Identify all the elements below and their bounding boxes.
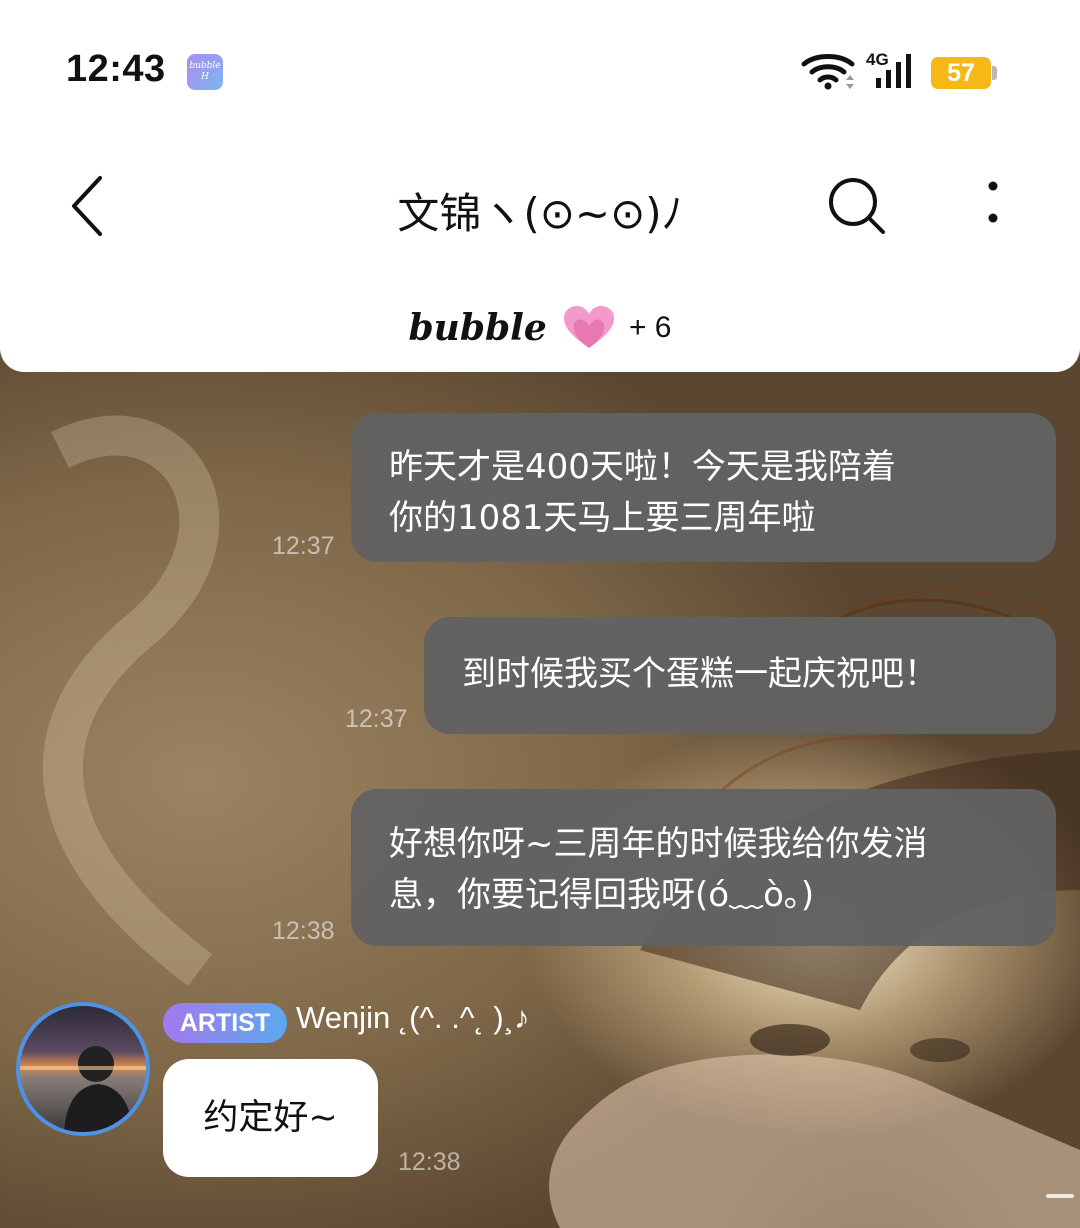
message-text-line: 你的1081天马上要三周年啦 [389, 498, 816, 538]
message-time: 12:37 [272, 532, 335, 560]
app-badge-text: bubble [189, 61, 221, 71]
message-text-line: 息，你要记得回我呀(ó﹏ò｡) [389, 875, 815, 915]
signal-icon: 4G [862, 50, 918, 90]
message-time: 12:37 [345, 705, 408, 733]
sent-message-bubble[interactable]: 昨天才是400天啦！今天是我陪着 你的1081天马上要三周年啦 [351, 413, 1056, 562]
wifi-icon [801, 54, 855, 90]
message-text-line: 好想你呀~三周年的时候我给你发消 [389, 824, 928, 864]
chevron-left-icon [72, 176, 102, 236]
app-badge-sub: H [201, 72, 209, 82]
search-button[interactable] [825, 174, 889, 238]
artist-avatar[interactable] [16, 1002, 150, 1136]
sent-message-bubble[interactable]: 到时候我买个蛋糕一起庆祝吧！ [424, 617, 1056, 734]
chat-header: 文锦ヽ(⊙~⊙)ﾉ bubble + 6 [0, 140, 1080, 372]
message-time: 12:38 [272, 917, 335, 945]
battery-cap [992, 66, 997, 80]
chat-title: 文锦ヽ(⊙~⊙)ﾉ [397, 189, 683, 238]
member-count: + 6 [628, 311, 672, 344]
home-indicator [1046, 1194, 1074, 1198]
message-text-line: 到时候我买个蛋糕一起庆祝吧！ [462, 654, 938, 694]
battery-indicator: 57 [931, 57, 991, 89]
artist-message-bubble[interactable]: 约定好~ [163, 1059, 378, 1177]
status-bar: 12:43 bubble H 4G 57 [0, 0, 1080, 140]
more-vertical-icon [988, 181, 998, 223]
bubble-logo: bubble [408, 307, 547, 349]
back-button[interactable] [64, 170, 114, 240]
artist-name: Wenjin ˛(^. .^˛ )¸♪ [296, 1000, 530, 1035]
search-icon [829, 178, 885, 234]
sent-message-bubble[interactable]: 好想你呀~三周年的时候我给你发消 息，你要记得回我呀(ó﹏ò｡) [351, 789, 1056, 946]
artist-badge: ARTIST [163, 1003, 287, 1043]
bubble-app-notification-icon: bubble H [187, 54, 223, 90]
more-options-button[interactable] [975, 176, 1015, 236]
message-time: 12:38 [398, 1148, 461, 1176]
status-time: 12:43 [66, 48, 166, 90]
message-text-line: 昨天才是400天啦！今天是我陪着 [389, 447, 896, 487]
heart-icon [563, 306, 614, 348]
avatar-photo [20, 1046, 146, 1132]
bubble-members-row[interactable]: bubble + 6 [0, 306, 1080, 350]
